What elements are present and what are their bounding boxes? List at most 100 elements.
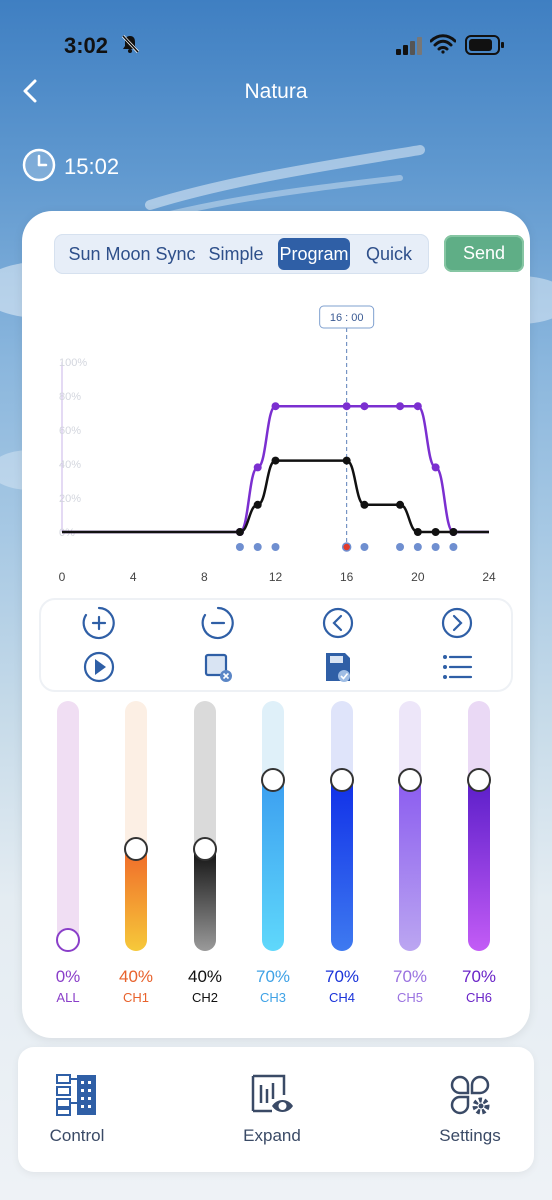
settings-icon — [450, 1075, 490, 1115]
series-point-2 — [396, 500, 405, 509]
active-time-marker — [341, 542, 352, 552]
channel-sliders: 0% ALL 40% CH1 40% CH2 70% CH3 70% CH4 70% CH5 70% CH… — [22, 701, 530, 1021]
battery-icon — [465, 35, 504, 55]
silent-bell-icon — [121, 34, 140, 54]
series-point-1 — [342, 402, 351, 411]
previous-point-icon[interactable] — [319, 604, 357, 642]
time-marker — [431, 543, 440, 551]
clock-icon — [22, 148, 56, 182]
play-preview-icon[interactable] — [80, 648, 118, 686]
series-point-1 — [360, 402, 369, 411]
channel-label: CH3 — [259, 990, 286, 1005]
y-tick-label: 60% — [59, 425, 81, 437]
slider-handle[interactable] — [56, 928, 80, 952]
tab-quick[interactable]: Quick — [359, 238, 419, 270]
remove-point-icon[interactable] — [199, 604, 237, 642]
series-point-2 — [271, 456, 280, 465]
page-title: Natura — [244, 80, 308, 103]
slider-fill — [399, 780, 421, 951]
series-point-1 — [396, 402, 405, 411]
slider-fill — [125, 848, 147, 951]
series-point-2 — [360, 500, 369, 509]
slider-ch4[interactable] — [330, 701, 354, 951]
channel-label: CH1 — [122, 990, 149, 1005]
slider-ch3[interactable] — [261, 701, 285, 951]
series-line-1 — [62, 404, 489, 534]
time-marker — [235, 543, 244, 551]
y-tick-label: 40% — [59, 459, 81, 471]
add-point-icon[interactable] — [80, 604, 118, 642]
x-tick-label: 16 — [340, 570, 354, 584]
series-point-1 — [413, 402, 422, 411]
nav-control-label: Control — [49, 1126, 105, 1145]
channel-label: ALL — [56, 990, 80, 1005]
tab-sun-moon-sync[interactable]: Sun Moon Sync — [64, 238, 200, 270]
nav-expand-label: Expand — [243, 1126, 301, 1145]
series-point-2 — [413, 528, 422, 536]
series-point-1 — [271, 402, 280, 411]
series-line-2 — [62, 459, 489, 534]
channel-value: 70% — [392, 967, 428, 986]
slider-fill — [194, 848, 216, 951]
nav-control[interactable]: Control — [17, 1047, 137, 1172]
channel-value: 70% — [255, 967, 291, 986]
slider-ch1[interactable] — [124, 701, 148, 951]
slider-ch2[interactable] — [193, 701, 217, 951]
time-marker — [449, 543, 458, 551]
channel-label: CH2 — [191, 990, 218, 1005]
slider-handle[interactable] — [193, 836, 217, 861]
edit-toolbar — [39, 598, 513, 692]
program-card: Sun Moon Sync Simple Program Quick Send … — [22, 211, 530, 1038]
mode-tabs: Sun Moon Sync Simple Program Quick — [54, 234, 429, 274]
y-tick-label: 20% — [59, 493, 81, 505]
list-icon[interactable] — [438, 648, 476, 686]
channel-value: 70% — [461, 967, 497, 986]
slider-ch5[interactable] — [398, 701, 422, 951]
series-point-2 — [431, 528, 440, 536]
cellular-signal-icon — [396, 37, 422, 55]
nav-bar: Natura — [0, 70, 552, 114]
channel-value: 40% — [118, 967, 154, 986]
series-point-2 — [449, 528, 458, 536]
tab-program[interactable]: Program — [278, 238, 350, 270]
save-icon[interactable] — [319, 648, 357, 686]
y-tick-label: 100% — [59, 357, 87, 369]
program-chart[interactable]: 0%20%40%60%80%100%0 4 8 12 16 20 2416 : 00 — [22, 296, 530, 596]
clear-icon[interactable] — [199, 648, 237, 686]
time-cursor-label: 16 : 00 — [330, 312, 364, 324]
series-point-1 — [253, 463, 262, 472]
next-point-icon[interactable] — [438, 604, 476, 642]
y-tick-label: 80% — [59, 391, 81, 403]
series-point-2 — [253, 500, 262, 509]
send-button[interactable]: Send — [444, 235, 524, 272]
slider-ch6[interactable] — [467, 701, 491, 951]
x-tick-label: 12 — [269, 570, 283, 584]
slider-handle[interactable] — [124, 836, 148, 861]
wifi-icon — [430, 34, 456, 54]
series-point-1 — [431, 463, 440, 472]
bottom-nav: Control Expand Settings — [18, 1047, 534, 1172]
channel-value: 0% — [55, 967, 81, 986]
x-tick-label: 0 — [59, 570, 66, 584]
x-tick-label: 24 — [482, 570, 496, 584]
channel-label: CH6 — [465, 990, 492, 1005]
channel-label: CH4 — [328, 990, 355, 1005]
nav-expand[interactable]: Expand — [212, 1047, 332, 1172]
time-marker — [271, 543, 280, 551]
series-point-2 — [342, 456, 351, 465]
time-marker — [360, 543, 369, 551]
time-marker — [253, 543, 262, 551]
slider-fill — [468, 780, 490, 951]
series-point-2 — [235, 528, 244, 536]
channel-label: CH5 — [396, 990, 423, 1005]
x-tick-label: 8 — [201, 570, 208, 584]
slider-all[interactable] — [56, 701, 80, 952]
channel-value: 70% — [324, 967, 360, 986]
nav-settings-label: Settings — [439, 1126, 501, 1145]
nav-settings[interactable]: Settings — [410, 1047, 530, 1172]
control-icon — [56, 1074, 96, 1116]
slider-fill — [331, 780, 353, 951]
slider-fill — [262, 780, 284, 951]
tab-simple[interactable]: Simple — [205, 238, 267, 270]
time-marker — [413, 543, 422, 551]
